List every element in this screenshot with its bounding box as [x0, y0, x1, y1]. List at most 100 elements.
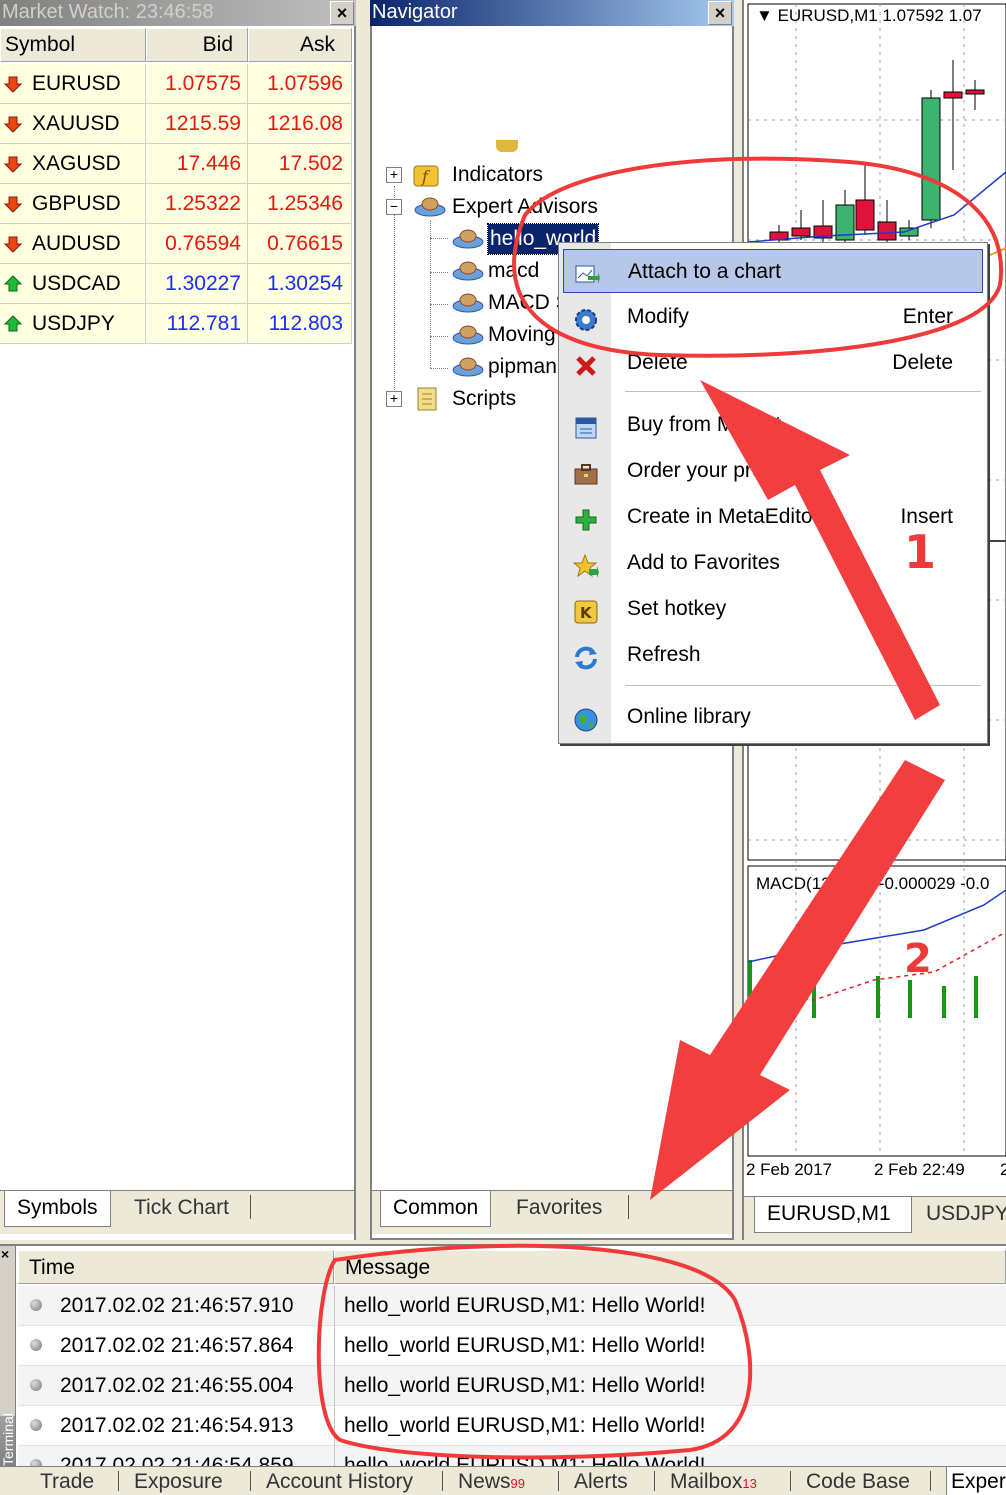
tree-label-scripts: Scripts	[452, 387, 517, 410]
tab-symbols[interactable]: Symbols	[4, 1191, 111, 1227]
log-time: 2017.02.02 21:46:57.910	[60, 1294, 294, 1317]
tab-favorites[interactable]: Favorites	[504, 1191, 614, 1227]
log-row[interactable]: 2017.02.02 21:46:57.910 hello_world EURUS…	[18, 1286, 1006, 1326]
tree-line	[430, 238, 448, 239]
macd-label: MACD(12,26,9) -0.000029 -0.0	[756, 874, 990, 893]
tab-tick-chart[interactable]: Tick Chart	[122, 1191, 241, 1227]
tab-trade[interactable]: Trade	[40, 1467, 94, 1495]
menu-item-refresh[interactable]: Refresh	[563, 633, 983, 677]
menu-item-shortcut: Enter	[902, 305, 953, 328]
tree-line	[430, 336, 448, 337]
menu-item-set-hotkey[interactable]: K Set hotkey	[563, 587, 983, 631]
market-watch-row[interactable]: EURUSD 1.07575 1.07596	[0, 64, 352, 104]
tab-label: Exposure	[134, 1470, 223, 1493]
menu-item-label: Delete	[627, 351, 688, 374]
tree-line	[430, 220, 431, 368]
price-down-icon	[4, 76, 22, 93]
log-time: 2017.02.02 21:46:54.913	[60, 1414, 294, 1437]
menu-item-label: Create in MetaEditor	[627, 505, 820, 528]
tab-label: Experts	[951, 1470, 1006, 1493]
tab-exposure[interactable]: Exposure	[134, 1467, 223, 1495]
market-watch-row[interactable]: GBPUSD 1.25322 1.25346	[0, 184, 352, 224]
navigator-close-button[interactable]: ×	[708, 1, 732, 25]
expert-advisor-icon	[452, 229, 484, 249]
tree-label-expert-advisors: Expert Advisors	[452, 195, 598, 218]
log-row[interactable]: 2017.02.02 21:46:55.004 hello_world EURUS…	[18, 1366, 1006, 1406]
expert-advisor-icon	[452, 261, 484, 281]
tab-alerts[interactable]: Alerts	[574, 1467, 628, 1495]
terminal-panel: × Terminal Time Message 2017.02.02 21:46…	[0, 1244, 1006, 1495]
expert-advisor-icon	[452, 325, 484, 345]
expand-indicators-toggle[interactable]: +	[386, 167, 402, 183]
column-header-ask[interactable]: Ask	[248, 28, 352, 62]
macd-histogram-bar	[974, 976, 978, 1018]
ask-cell: 1216.08	[248, 104, 352, 144]
tab-label: Trade	[40, 1470, 95, 1493]
menu-item-modify[interactable]: Modify Enter	[563, 295, 983, 339]
menu-item-create-in-metaeditor[interactable]: Create in MetaEditor Insert	[563, 495, 983, 539]
menu-item-shortcut: Insert	[900, 505, 953, 528]
log-row[interactable]: 2017.02.02 21:46:54.913 hello_world EURUS…	[18, 1406, 1006, 1446]
tab-divider	[790, 1471, 791, 1491]
market-watch-title: Market Watch: 23:46:58	[0, 0, 356, 26]
terminal-close-button[interactable]: ×	[1, 1246, 9, 1262]
tab-label: Code Base	[806, 1470, 910, 1493]
tab-code-base[interactable]: Code Base	[806, 1467, 910, 1495]
chart-header: ▼ EURUSD,M1 1.07592 1.07	[756, 6, 982, 26]
bull-candle	[921, 97, 941, 221]
chart-symbol-label: EURUSD,M1 1.07592 1.07	[777, 6, 982, 25]
terminal-side-label: Terminal	[0, 1413, 16, 1466]
market-watch-row[interactable]: USDCAD 1.30227 1.30254	[0, 264, 352, 304]
market-watch-row[interactable]: XAGUSD 17.446 17.502	[0, 144, 352, 184]
market-watch-row[interactable]: USDJPY 112.781 112.803	[0, 304, 352, 344]
bid-cell: 1.07575	[146, 64, 248, 104]
tab-label: Account History	[266, 1470, 414, 1493]
bid-cell: 17.446	[146, 144, 248, 184]
tab-label: News	[458, 1470, 511, 1493]
market-watch-row[interactable]: XAUUSD 1215.59 1216.08	[0, 104, 352, 144]
tab-usdjpy[interactable]: USDJPY,	[914, 1197, 1006, 1233]
chart-dropdown-icon[interactable]: ▼	[756, 6, 773, 25]
tab-account-history[interactable]: Account History	[266, 1467, 413, 1495]
macd-histogram-bar	[876, 976, 880, 1018]
column-header-message[interactable]: Message	[334, 1250, 1006, 1284]
tab-common[interactable]: Common	[380, 1191, 492, 1227]
tab-eurusd-m1[interactable]: EURUSD,M1	[754, 1197, 912, 1233]
log-status-icon	[30, 1379, 42, 1391]
bid-cell: 0.76594	[146, 224, 248, 264]
menu-separator	[625, 391, 981, 393]
tab-mailbox[interactable]: Mailbox13	[670, 1467, 757, 1495]
ask-cell: 1.30254	[248, 264, 352, 304]
refresh-icon	[573, 643, 599, 670]
macd-histogram-bar	[748, 960, 752, 1018]
market-watch-close-button[interactable]: ×	[330, 1, 354, 25]
tab-divider	[558, 1471, 559, 1491]
log-time: 2017.02.02 21:46:55.004	[60, 1374, 294, 1397]
menu-item-order-your-program[interactable]: Order your program	[563, 449, 983, 493]
navigator-title-text: Navigator	[372, 1, 458, 23]
tab-divider	[628, 1195, 629, 1219]
column-header-symbol[interactable]: Symbol	[0, 28, 146, 62]
symbol-name: XAUUSD	[32, 112, 120, 135]
symbol-name: EURUSD	[32, 72, 121, 95]
menu-item-label: Online library	[627, 705, 751, 728]
column-header-time[interactable]: Time	[18, 1250, 334, 1284]
bear-candle	[791, 227, 811, 237]
menu-item-online-library[interactable]: Online library	[563, 695, 983, 739]
terminal-side-bar: × Terminal	[0, 1246, 16, 1468]
tab-experts[interactable]: Experts	[946, 1467, 1006, 1495]
market-watch-row[interactable]: AUDUSD 0.76594 0.76615	[0, 224, 352, 264]
bid-cell: 112.781	[146, 304, 248, 344]
bear-candle	[943, 91, 963, 99]
menu-item-add-to-favorites[interactable]: Add to Favorites	[563, 541, 983, 585]
collapse-experts-toggle[interactable]: −	[386, 199, 402, 215]
ask-cell: 112.803	[248, 304, 352, 344]
menu-item-attach-to-a-chart[interactable]: Attach to a chart	[563, 249, 983, 293]
menu-item-buy-from-market[interactable]: Buy from Market	[563, 403, 983, 447]
expand-scripts-toggle[interactable]: +	[386, 391, 402, 407]
column-header-bid[interactable]: Bid	[146, 28, 248, 62]
log-row[interactable]: 2017.02.02 21:46:57.864 hello_world EURUS…	[18, 1326, 1006, 1366]
bear-candle	[877, 221, 897, 241]
menu-item-delete[interactable]: Delete Delete	[563, 341, 983, 385]
tab-news[interactable]: News99	[458, 1467, 525, 1495]
